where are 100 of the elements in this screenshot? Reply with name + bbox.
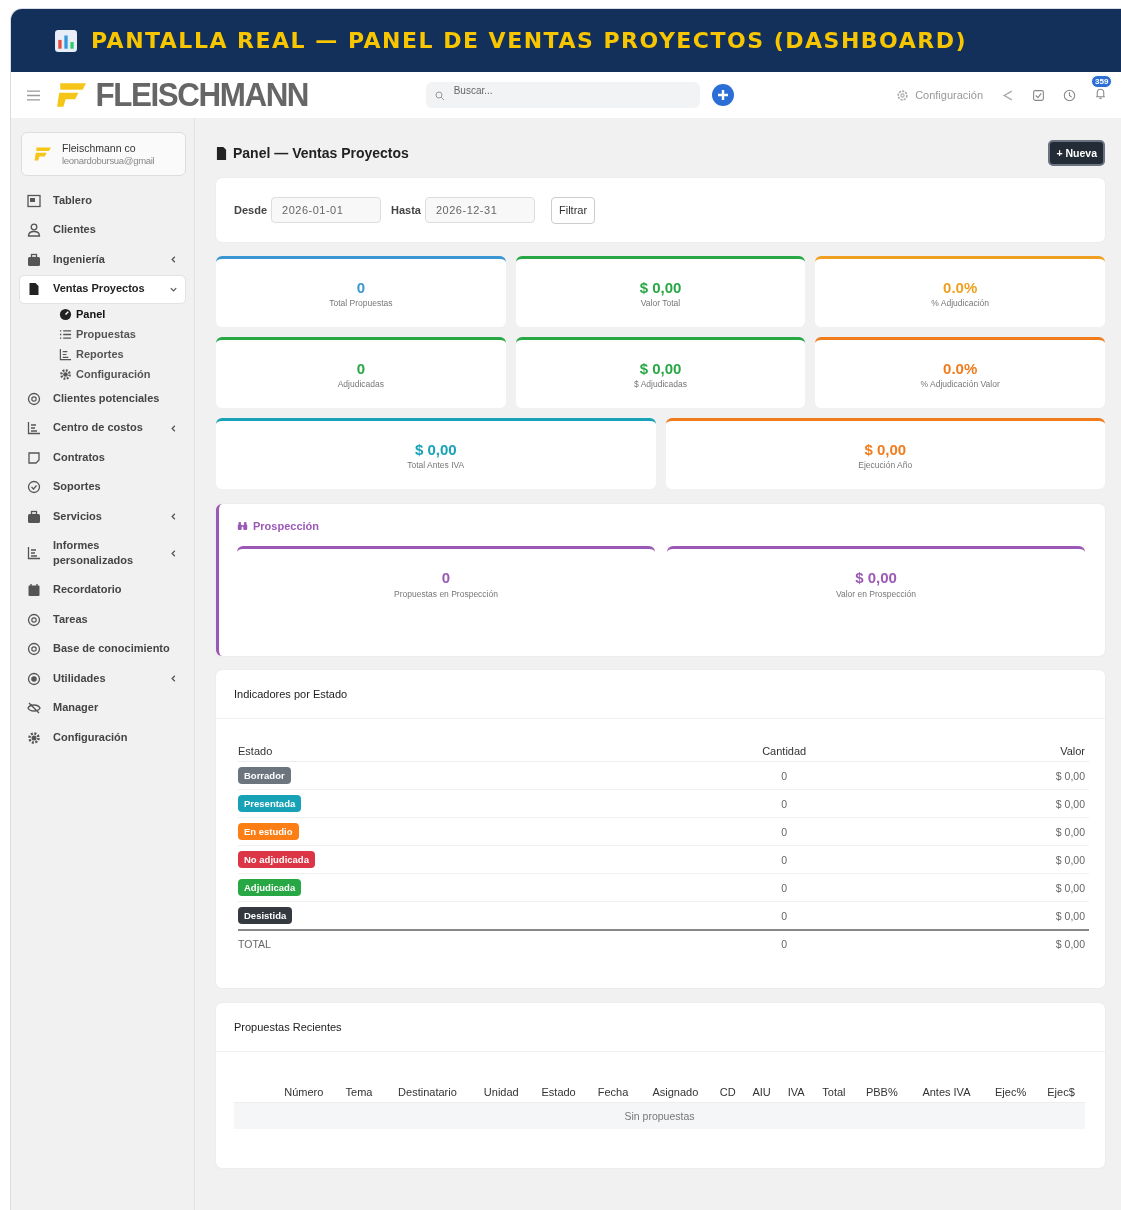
table-cell: 0 bbox=[662, 789, 906, 818]
share-icon[interactable] bbox=[1001, 88, 1014, 102]
chevron-icon bbox=[169, 255, 178, 265]
empty-message: Sin propuestas bbox=[234, 1102, 1085, 1129]
chevron-icon bbox=[169, 512, 178, 522]
menu-item-icon bbox=[27, 193, 41, 208]
submenu-item[interactable]: Panel bbox=[21, 304, 186, 324]
column-header: Número bbox=[272, 1082, 336, 1103]
stat-value: $ 0,00 bbox=[864, 440, 907, 458]
submenu-item[interactable]: Configuración bbox=[21, 364, 186, 384]
column-header: AIU bbox=[743, 1082, 780, 1103]
menu-icon[interactable] bbox=[27, 88, 40, 102]
column-header: Destinatario bbox=[382, 1082, 473, 1103]
bar-chart-icon bbox=[55, 29, 77, 52]
stat-value: $ 0,00 bbox=[639, 278, 682, 296]
column-header: Total bbox=[812, 1082, 855, 1103]
menu-item-icon bbox=[27, 450, 41, 465]
menu-item-icon bbox=[27, 252, 41, 267]
field-label: Desde bbox=[234, 204, 268, 216]
table-cell: TOTAL bbox=[238, 930, 663, 957]
column-header: Unidad bbox=[472, 1082, 531, 1103]
stat-label: Propuestas en Prospección bbox=[394, 589, 498, 599]
stat-value: 0.0% bbox=[943, 278, 978, 296]
notification-badge: 359 bbox=[1091, 75, 1113, 88]
sidebar-item[interactable]: Ingeniería bbox=[19, 245, 186, 275]
sidebar-item[interactable]: Recordatorio bbox=[19, 575, 186, 605]
date-field[interactable]: 2026-01-01 bbox=[271, 197, 382, 223]
table-cell: $ 0,00 bbox=[905, 873, 1089, 902]
sidebar-item[interactable]: Utilidades bbox=[19, 663, 186, 694]
table-cell: 0 bbox=[662, 930, 906, 957]
sidebar-item[interactable]: Clientes bbox=[19, 215, 186, 245]
column-header: PBB% bbox=[855, 1082, 909, 1103]
column-header: Valor bbox=[905, 741, 1089, 762]
sidebar-item[interactable]: Clientes potenciales bbox=[19, 384, 186, 414]
sidebar-item[interactable]: Tablero bbox=[19, 186, 186, 216]
stat-label: % Adjudicación Valor bbox=[920, 378, 1000, 389]
column-header: Estado bbox=[530, 1082, 588, 1103]
date-field[interactable]: 2026-12-31 bbox=[425, 197, 535, 223]
table-cell: 0 bbox=[662, 901, 906, 930]
submenu-item[interactable]: Reportes bbox=[21, 344, 186, 364]
sidebar-item[interactable]: Ventas Proyectos bbox=[19, 274, 186, 304]
logo-icon bbox=[56, 81, 88, 109]
field-label: Hasta bbox=[391, 204, 421, 216]
stat-value: $ 0,00 bbox=[855, 569, 897, 586]
status-tag: Desistida bbox=[238, 907, 293, 924]
new-button[interactable]: + Nueva bbox=[1048, 140, 1105, 166]
status-tag: Adjudicada bbox=[238, 879, 302, 896]
menu-item-icon bbox=[27, 583, 41, 598]
status-tag: Borrador bbox=[238, 767, 291, 784]
table-cell: $ 0,00 bbox=[905, 845, 1089, 874]
column-header: IVA bbox=[779, 1082, 813, 1103]
status-tag: En estudio bbox=[238, 823, 299, 840]
column-header: Asignado bbox=[639, 1082, 712, 1103]
sidebar-item[interactable]: Centro de costos bbox=[19, 413, 186, 443]
sidebar-item[interactable]: Informes personalizados bbox=[19, 531, 186, 576]
column-header: Ejec% bbox=[984, 1082, 1038, 1103]
account-card[interactable]: Fleischmann co leonardobursua@gmail bbox=[21, 132, 186, 176]
section-title: Prospección bbox=[253, 520, 320, 532]
table-cell: $ 0,00 bbox=[905, 901, 1089, 930]
search-field[interactable]: Buscar... bbox=[425, 82, 700, 108]
menu-item-icon bbox=[27, 391, 41, 406]
menu-item-icon bbox=[27, 282, 41, 297]
menu-item-icon bbox=[27, 701, 41, 716]
section-title: Indicadores por Estado bbox=[234, 688, 348, 700]
page-title: Panel — Ventas Proyectos bbox=[233, 145, 409, 161]
column-header: CD bbox=[711, 1082, 744, 1103]
gear-icon bbox=[896, 88, 910, 102]
column-header: Tema bbox=[335, 1082, 383, 1103]
sidebar-item[interactable]: Tareas bbox=[19, 604, 186, 635]
clock-icon[interactable] bbox=[1063, 88, 1076, 102]
stat-label: Valor en Prospección bbox=[835, 589, 917, 599]
filter-button[interactable]: Filtrar bbox=[551, 196, 596, 224]
add-icon[interactable] bbox=[711, 84, 734, 106]
stat-value: $ 0,00 bbox=[414, 440, 457, 458]
binoculars-icon bbox=[237, 521, 248, 531]
column-header: Ejec$ bbox=[1037, 1082, 1085, 1103]
menu-item-icon bbox=[27, 480, 41, 495]
checkbox-icon[interactable] bbox=[1032, 88, 1045, 102]
sidebar-item[interactable]: Contratos bbox=[19, 443, 186, 473]
menu-item-icon bbox=[27, 642, 41, 657]
sidebar-item[interactable]: Manager bbox=[19, 693, 186, 723]
stat-label: Total Antes IVA bbox=[407, 459, 465, 470]
sidebar-item[interactable]: Base de conocimiento bbox=[19, 634, 186, 664]
account-email: leonardobursua@gmail bbox=[62, 155, 155, 166]
logo-text: FLEISCHMANN bbox=[95, 76, 309, 114]
status-tag: No adjudicada bbox=[238, 851, 315, 868]
sidebar-item[interactable]: Servicios bbox=[19, 502, 186, 532]
search-icon bbox=[434, 91, 445, 101]
sidebar-item[interactable]: Soportes bbox=[19, 472, 186, 502]
account-name: Fleischmann co bbox=[62, 142, 137, 154]
stat-label: % Adjudicación bbox=[931, 297, 989, 308]
chevron-icon bbox=[169, 674, 178, 684]
stat-value: 0.0% bbox=[943, 359, 978, 377]
stat-label: Adjudicadas bbox=[337, 378, 384, 389]
table-cell: $ 0,00 bbox=[905, 930, 1089, 957]
submenu-item[interactable]: Propuestas bbox=[21, 324, 186, 344]
bell-icon[interactable] bbox=[1094, 87, 1107, 100]
sidebar-item[interactable]: Configuración bbox=[19, 722, 186, 753]
submenu-icon bbox=[59, 367, 72, 381]
stat-value: 0 bbox=[356, 359, 365, 377]
